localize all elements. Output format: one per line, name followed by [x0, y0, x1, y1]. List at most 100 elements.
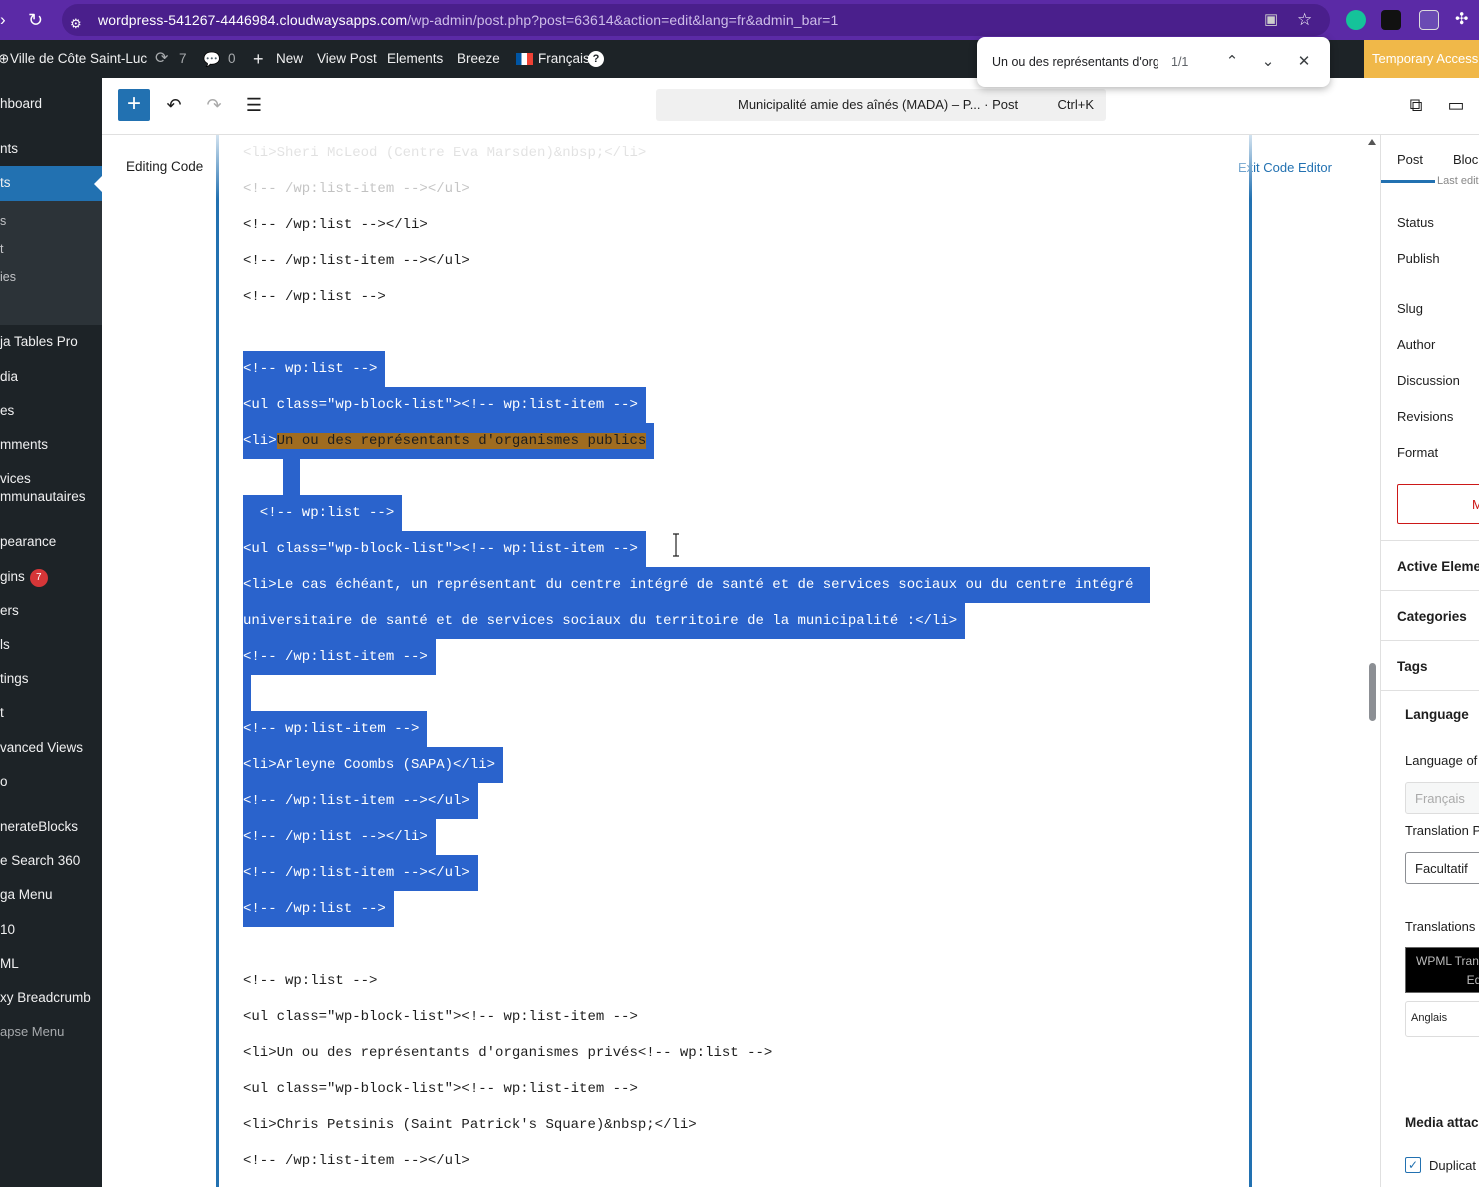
plus-icon[interactable]: + [253, 40, 264, 78]
language-select[interactable]: Français [1405, 782, 1479, 814]
code-line-selected: <ul class="wp-block-list"><!-- wp:list-i… [243, 531, 646, 567]
temporary-access-link[interactable]: Temporary Access [1364, 40, 1479, 78]
wp-logo-icon[interactable]: ⊕ [0, 40, 9, 78]
command-palette-bar[interactable]: Municipalité amie des aînés (MADA) – P..… [656, 89, 1106, 121]
selection-blank [283, 459, 300, 495]
extension-card-icon[interactable] [1419, 10, 1439, 30]
plugins-update-badge: 7 [29, 569, 48, 587]
url-text[interactable]: wordpress-541267-4446984.cloudwaysapps.c… [98, 0, 838, 40]
wpml-translation-editor-button[interactable]: WPML Tran Edito [1405, 947, 1479, 993]
url-path: /wp-admin/post.php?post=63614&action=edi… [407, 12, 839, 28]
sidebar-item-users[interactable]: ers [0, 603, 19, 618]
code-line-selected: <li>Arleyne Coombs (SAPA)</li> [243, 747, 504, 783]
selection-blank [243, 675, 251, 711]
post-settings-sidebar: Post Block Last edited 2 h Status Publis… [1380, 135, 1479, 1187]
code-line: <!-- /wp:list --> [243, 289, 386, 305]
new-link[interactable]: New [276, 40, 303, 78]
sidebar-sub-all-posts[interactable]: s [0, 214, 6, 228]
help-icon[interactable]: ? [588, 51, 604, 67]
sidebar-item-services[interactable]: vices [0, 471, 31, 486]
editor-scrollbar[interactable] [1364, 135, 1380, 1187]
status-label: Status [1397, 215, 1434, 230]
scrollbar-thumb[interactable] [1369, 663, 1376, 721]
find-next-button[interactable]: ⌄ [1256, 50, 1280, 74]
extensions-puzzle-icon[interactable]: ✣ [1455, 0, 1468, 40]
keyboard-shortcut: Ctrl+K [1057, 97, 1094, 112]
lens-icon[interactable]: ▣ [1264, 0, 1278, 40]
sidebar-item-plugins[interactable]: gins 7 [0, 569, 48, 587]
sidebar-item-wpml[interactable]: ML [0, 956, 19, 971]
code-lines: <li>Sheri McLeod (Centre Eva Marsden)&nb… [219, 135, 1249, 1187]
language-switcher[interactable]: Français [538, 40, 590, 78]
sidebar-submenu [0, 201, 102, 325]
code-line-selected: <!-- wp:list-item --> [243, 711, 428, 747]
elements-link[interactable]: Elements [387, 40, 443, 78]
document-overview-icon[interactable]: ☰ [238, 89, 270, 121]
last-edited-text: Last edited 2 h [1437, 175, 1479, 187]
comments-count[interactable]: 0 [228, 40, 236, 78]
find-input[interactable]: Un ou des représentants d'org [992, 37, 1158, 87]
site-name-link[interactable]: Ville de Côte Saint-Luc [10, 40, 147, 78]
find-close-button[interactable]: ✕ [1292, 50, 1316, 74]
sidebar-item-generateblocks[interactable]: nerateBlocks [0, 819, 78, 834]
move-to-trash-button[interactable]: M [1397, 484, 1479, 524]
sidebar-item-search-360[interactable]: e Search 360 [0, 853, 80, 868]
divider [1381, 540, 1479, 541]
sidebar-item-communautaires[interactable]: mmunautaires [0, 489, 86, 504]
code-textarea[interactable]: <li>Sheri McLeod (Centre Eva Marsden)&nb… [216, 135, 1252, 1187]
sidebar-collapse-menu[interactable]: apse Menu [0, 1024, 64, 1039]
sidebar-sub-add-post[interactable]: t [0, 242, 3, 256]
exit-code-editor-button[interactable]: Exit Code Editor [1238, 160, 1332, 175]
sidebar-item-10[interactable]: 10 [0, 922, 15, 937]
device-preview-icon[interactable]: ▭ [1440, 89, 1472, 121]
duplicate-media-checkbox[interactable]: ✓ [1405, 1157, 1421, 1173]
updates-count[interactable]: 7 [179, 40, 187, 78]
sidebar-item-t[interactable]: t [0, 705, 4, 720]
tab-post[interactable]: Post [1397, 152, 1423, 167]
tags-panel[interactable]: Tags [1397, 659, 1428, 674]
sidebar-item-dashboard[interactable]: hboard [0, 96, 42, 111]
sidebar-item-tools[interactable]: ls [0, 637, 10, 652]
sidebar-item-settings[interactable]: tings [0, 671, 29, 686]
undo-icon[interactable]: ↶ [158, 89, 190, 121]
updates-icon[interactable]: ⟳ [155, 40, 168, 78]
translation-priority-select[interactable]: Facultatif [1405, 852, 1479, 884]
anglais-label: Anglais [1411, 1012, 1448, 1024]
translation-language-select[interactable]: Anglais [1405, 1001, 1479, 1037]
grammarly-extension-icon[interactable] [1346, 10, 1366, 30]
sidebar-item-comments[interactable]: mments [0, 437, 48, 452]
view-post-external-icon[interactable]: ⧉ [1400, 89, 1432, 121]
categories-panel[interactable]: Categories [1397, 609, 1467, 624]
language-panel[interactable]: Language [1405, 707, 1469, 722]
redo-icon[interactable]: ↷ [198, 89, 230, 121]
tab-block[interactable]: Block [1453, 152, 1479, 167]
sidebar-sub-categories[interactable]: ies [0, 270, 16, 284]
block-inserter-button[interactable]: + [118, 89, 150, 121]
sidebar-item-advanced-views[interactable]: vanced Views [0, 740, 83, 755]
breeze-link[interactable]: Breeze [457, 40, 500, 78]
active-elements-panel[interactable]: Active Elements [1397, 559, 1479, 574]
comments-icon[interactable]: 💬 [203, 40, 220, 78]
sidebar-item-appearance[interactable]: pearance [0, 534, 56, 549]
code-line-selected: <!-- /wp:list --></li> [243, 819, 436, 855]
text-cursor-icon [673, 533, 679, 557]
sidebar-item-posts[interactable]: ts [0, 175, 11, 190]
view-post-link[interactable]: View Post [317, 40, 377, 78]
find-previous-button[interactable]: ⌃ [1220, 50, 1244, 74]
sidebar-item-elements[interactable]: nts [0, 141, 18, 156]
sidebar-item-breadcrumb[interactable]: xy Breadcrumb [0, 990, 91, 1005]
site-settings-icon[interactable]: ⚙ [70, 4, 82, 44]
sidebar-item-mega-menu[interactable]: ga Menu [0, 887, 53, 902]
scroll-up-arrow-icon[interactable] [1368, 139, 1376, 145]
code-line-selected: universitaire de santé et de services so… [243, 603, 966, 639]
extension-bolt-icon[interactable] [1381, 10, 1401, 30]
reload-icon[interactable]: ↻ [28, 0, 43, 40]
sidebar-item-pages[interactable]: es [0, 403, 14, 418]
sidebar-item-media[interactable]: dia [0, 369, 18, 384]
duplicate-label: Duplicat [1429, 1158, 1476, 1173]
forward-icon[interactable]: › [0, 0, 6, 40]
sidebar-item-o[interactable]: o [0, 774, 8, 789]
bookmark-star-icon[interactable]: ☆ [1297, 0, 1312, 40]
sidebar-item-ninja-tables[interactable]: ja Tables Pro [0, 334, 78, 349]
code-line: <!-- /wp:list-item --></ul> [243, 1153, 470, 1169]
